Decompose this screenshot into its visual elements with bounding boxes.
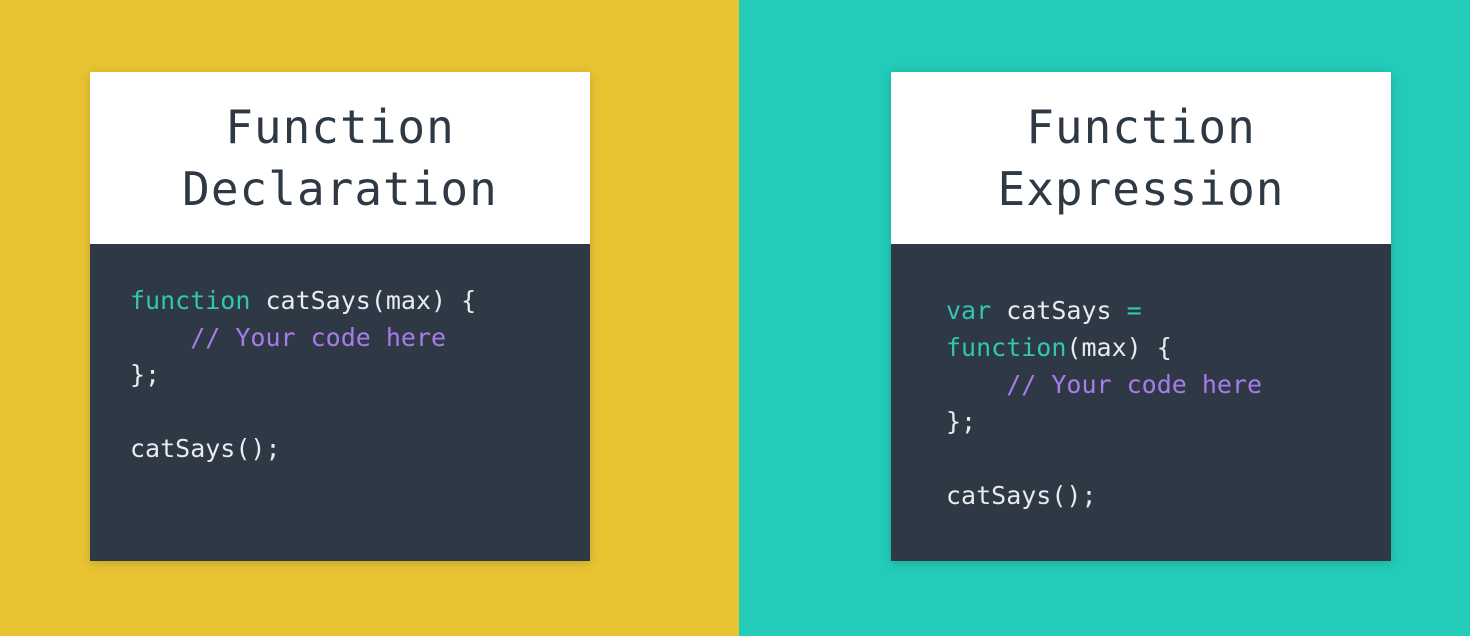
function-declaration-card: Function Declaration function catSays(ma… [90,72,590,561]
comment-token: // Your code here [190,323,447,352]
code-line-3: }; [130,360,161,389]
code-token: catSays(max) { [250,286,477,315]
keyword-token: var [946,296,992,325]
code-line-1: function catSays(max) { [130,282,590,319]
comment-token: // Your code here [1006,370,1263,399]
keyword-token: function [130,286,251,315]
card-title-line1: Function [225,100,455,154]
code-block: var catSays = function(max) { // Your co… [891,244,1391,561]
code-line-5: catSays(); [130,434,281,463]
code-line-4: }; [946,407,977,436]
code-line-1: var catSays = [946,292,1391,329]
indent-token [946,370,1006,399]
code-line-3: // Your code here [946,366,1391,403]
card-title-line1: Function [1026,100,1256,154]
keyword-token: function [946,333,1067,362]
function-expression-card: Function Expression var catSays = functi… [891,72,1391,561]
code-block: function catSays(max) { // Your code her… [90,244,590,561]
card-header: Function Declaration [90,72,590,244]
card-title-line2: Declaration [182,162,498,216]
code-line-2: // Your code here [130,319,590,356]
code-line-6: catSays(); [946,481,1097,510]
code-line-2: function(max) { [946,329,1391,366]
card-header: Function Expression [891,72,1391,244]
card-title-line2: Expression [997,162,1285,216]
operator-token: = [1126,296,1142,325]
code-token: catSays [991,296,1127,325]
code-token: (max) { [1066,333,1172,362]
indent-token [130,323,190,352]
